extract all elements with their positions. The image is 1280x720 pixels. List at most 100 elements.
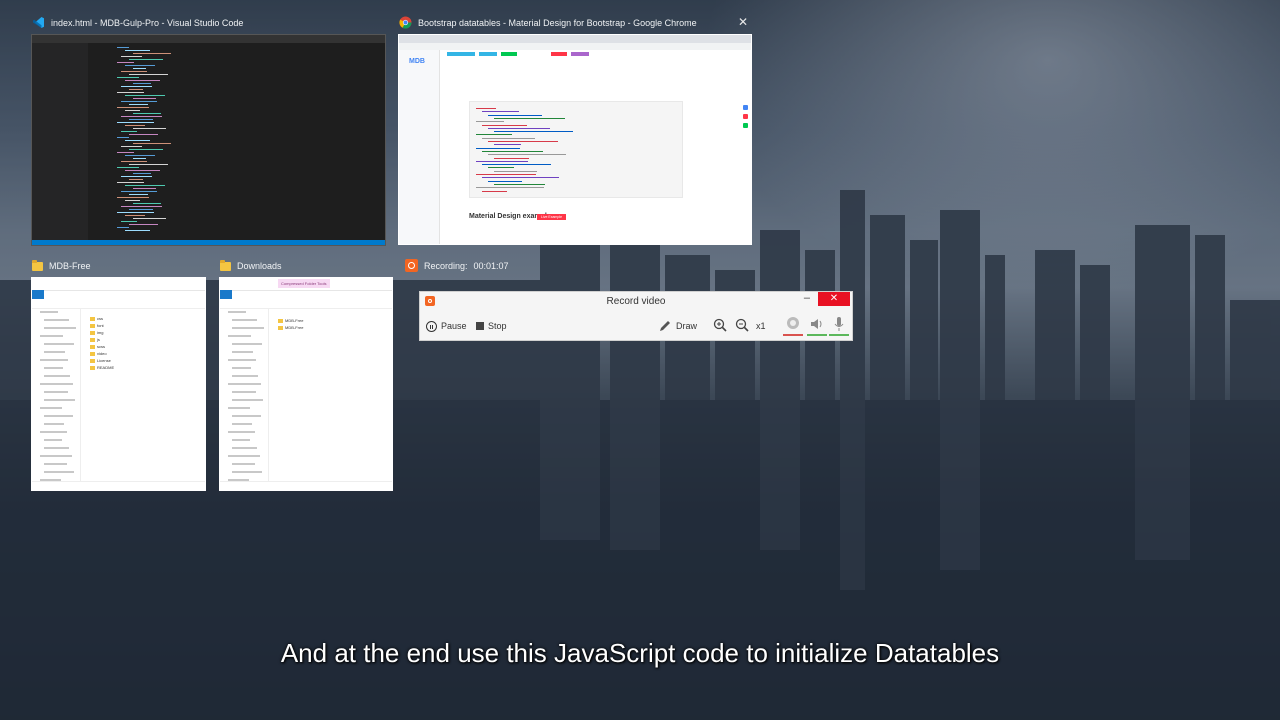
folder-icon	[90, 358, 95, 363]
file-tab[interactable]	[32, 290, 44, 299]
code-line	[121, 131, 137, 132]
nav-item[interactable]	[232, 439, 250, 441]
explorer-downloads-title[interactable]: Downloads	[220, 259, 282, 271]
nav-item[interactable]	[44, 463, 67, 465]
nav-item[interactable]	[232, 319, 257, 321]
file-row[interactable]: MDB-Free	[278, 325, 303, 330]
nav-item[interactable]	[44, 327, 76, 329]
nav-item[interactable]	[44, 415, 73, 417]
nav-item[interactable]	[40, 359, 68, 361]
speaker-status-bar	[807, 334, 827, 336]
nav-item[interactable]	[44, 343, 74, 345]
recording-indicator: Recording: 00:01:07	[405, 259, 509, 272]
file-tab[interactable]	[220, 290, 232, 299]
minimize-button[interactable]: –	[804, 292, 810, 304]
nav-item[interactable]	[232, 375, 258, 377]
nav-item[interactable]	[44, 351, 65, 353]
webcam-toggle[interactable]	[782, 314, 804, 336]
code-line	[117, 167, 139, 168]
pencil-icon	[660, 321, 670, 331]
nav-item[interactable]	[228, 383, 261, 385]
file-row[interactable]: js	[90, 337, 100, 342]
nav-item[interactable]	[40, 311, 58, 313]
nav-item[interactable]	[228, 359, 256, 361]
chrome-icon	[399, 16, 412, 29]
vscode-thumbnail[interactable]	[31, 34, 386, 246]
file-row[interactable]: video	[90, 351, 107, 356]
file-name: MDB-Free	[285, 325, 304, 330]
nav-item[interactable]	[44, 375, 70, 377]
nav-item[interactable]	[44, 471, 74, 473]
nav-item[interactable]	[44, 399, 75, 401]
code-line	[129, 179, 143, 180]
compressed-folder-tools-tab[interactable]: Compressed Folder Tools	[278, 279, 330, 288]
nav-item[interactable]	[40, 335, 63, 337]
zoom-in-icon[interactable]	[713, 318, 727, 332]
code-line	[125, 65, 155, 66]
vscode-menubar	[32, 35, 385, 43]
code-line	[117, 197, 149, 198]
code-line	[117, 47, 129, 48]
nav-item[interactable]	[232, 471, 262, 473]
nav-item[interactable]	[44, 439, 62, 441]
nav-item[interactable]	[228, 431, 255, 433]
code-line	[482, 137, 535, 139]
nav-item[interactable]	[44, 391, 68, 393]
code-line	[133, 68, 146, 69]
nav-item[interactable]	[232, 367, 251, 369]
file-row[interactable]: MDB-Free	[278, 318, 303, 323]
nav-item[interactable]	[232, 343, 262, 345]
pause-button[interactable]: Pause	[426, 319, 467, 333]
file-row[interactable]: README	[90, 365, 114, 370]
nav-item[interactable]	[40, 383, 73, 385]
explorer-mdb-title[interactable]: MDB-Free	[32, 259, 91, 271]
file-row[interactable]: css	[90, 316, 103, 321]
nav-item[interactable]	[228, 311, 246, 313]
nav-item[interactable]	[44, 319, 69, 321]
microphone-toggle[interactable]	[828, 314, 850, 336]
nav-item[interactable]	[228, 335, 251, 337]
file-row[interactable]: scss	[90, 344, 105, 349]
folder-icon	[220, 259, 231, 271]
nav-item[interactable]	[232, 327, 264, 329]
nav-item[interactable]	[44, 423, 64, 425]
nav-item[interactable]	[228, 407, 250, 409]
chrome-thumbnail[interactable]: MDB Material Design example Live Example	[398, 34, 752, 245]
explorer-mdb-thumbnail[interactable]: css font img js scss video License README	[31, 277, 206, 491]
code-line	[129, 209, 153, 210]
nav-item[interactable]	[232, 351, 253, 353]
file-row[interactable]: img	[90, 330, 103, 335]
code-line	[482, 124, 527, 126]
zoom-out-icon[interactable]	[735, 318, 749, 332]
code-line	[121, 206, 162, 207]
code-line	[476, 134, 512, 136]
nav-item[interactable]	[232, 415, 261, 417]
code-line	[133, 158, 146, 159]
stop-button[interactable]: Stop	[476, 319, 507, 333]
nav-item[interactable]	[232, 391, 256, 393]
nav-item[interactable]	[232, 423, 252, 425]
chrome-window-title[interactable]: Bootstrap datatables - Material Design f…	[399, 16, 697, 29]
vscode-window-title[interactable]: index.html - MDB-Gulp-Pro - Visual Studi…	[32, 16, 243, 29]
mdb-sidebar: MDB	[399, 50, 440, 244]
close-window-icon[interactable]: ✕	[738, 16, 748, 28]
draw-label: Draw	[676, 321, 698, 331]
speaker-toggle[interactable]	[806, 314, 828, 336]
draw-button[interactable]: Draw	[658, 319, 697, 333]
nav-item[interactable]	[232, 463, 255, 465]
file-row[interactable]: font	[90, 323, 104, 328]
nav-item[interactable]	[40, 455, 72, 457]
nav-item[interactable]	[44, 367, 63, 369]
explorer-downloads-thumbnail[interactable]: Compressed Folder Tools MDB-Free MDB-Free	[219, 277, 393, 491]
file-row[interactable]: License	[90, 358, 111, 363]
close-button[interactable]: ✕	[818, 292, 850, 306]
live-example-badge[interactable]: Live Example	[537, 214, 567, 220]
explorer-status-bar	[220, 481, 392, 490]
nav-item[interactable]	[232, 447, 257, 449]
nav-item[interactable]	[232, 399, 263, 401]
nav-item[interactable]	[40, 431, 67, 433]
nav-item[interactable]	[44, 447, 69, 449]
nav-item[interactable]	[228, 455, 260, 457]
folder-icon	[278, 325, 283, 330]
nav-item[interactable]	[40, 407, 62, 409]
